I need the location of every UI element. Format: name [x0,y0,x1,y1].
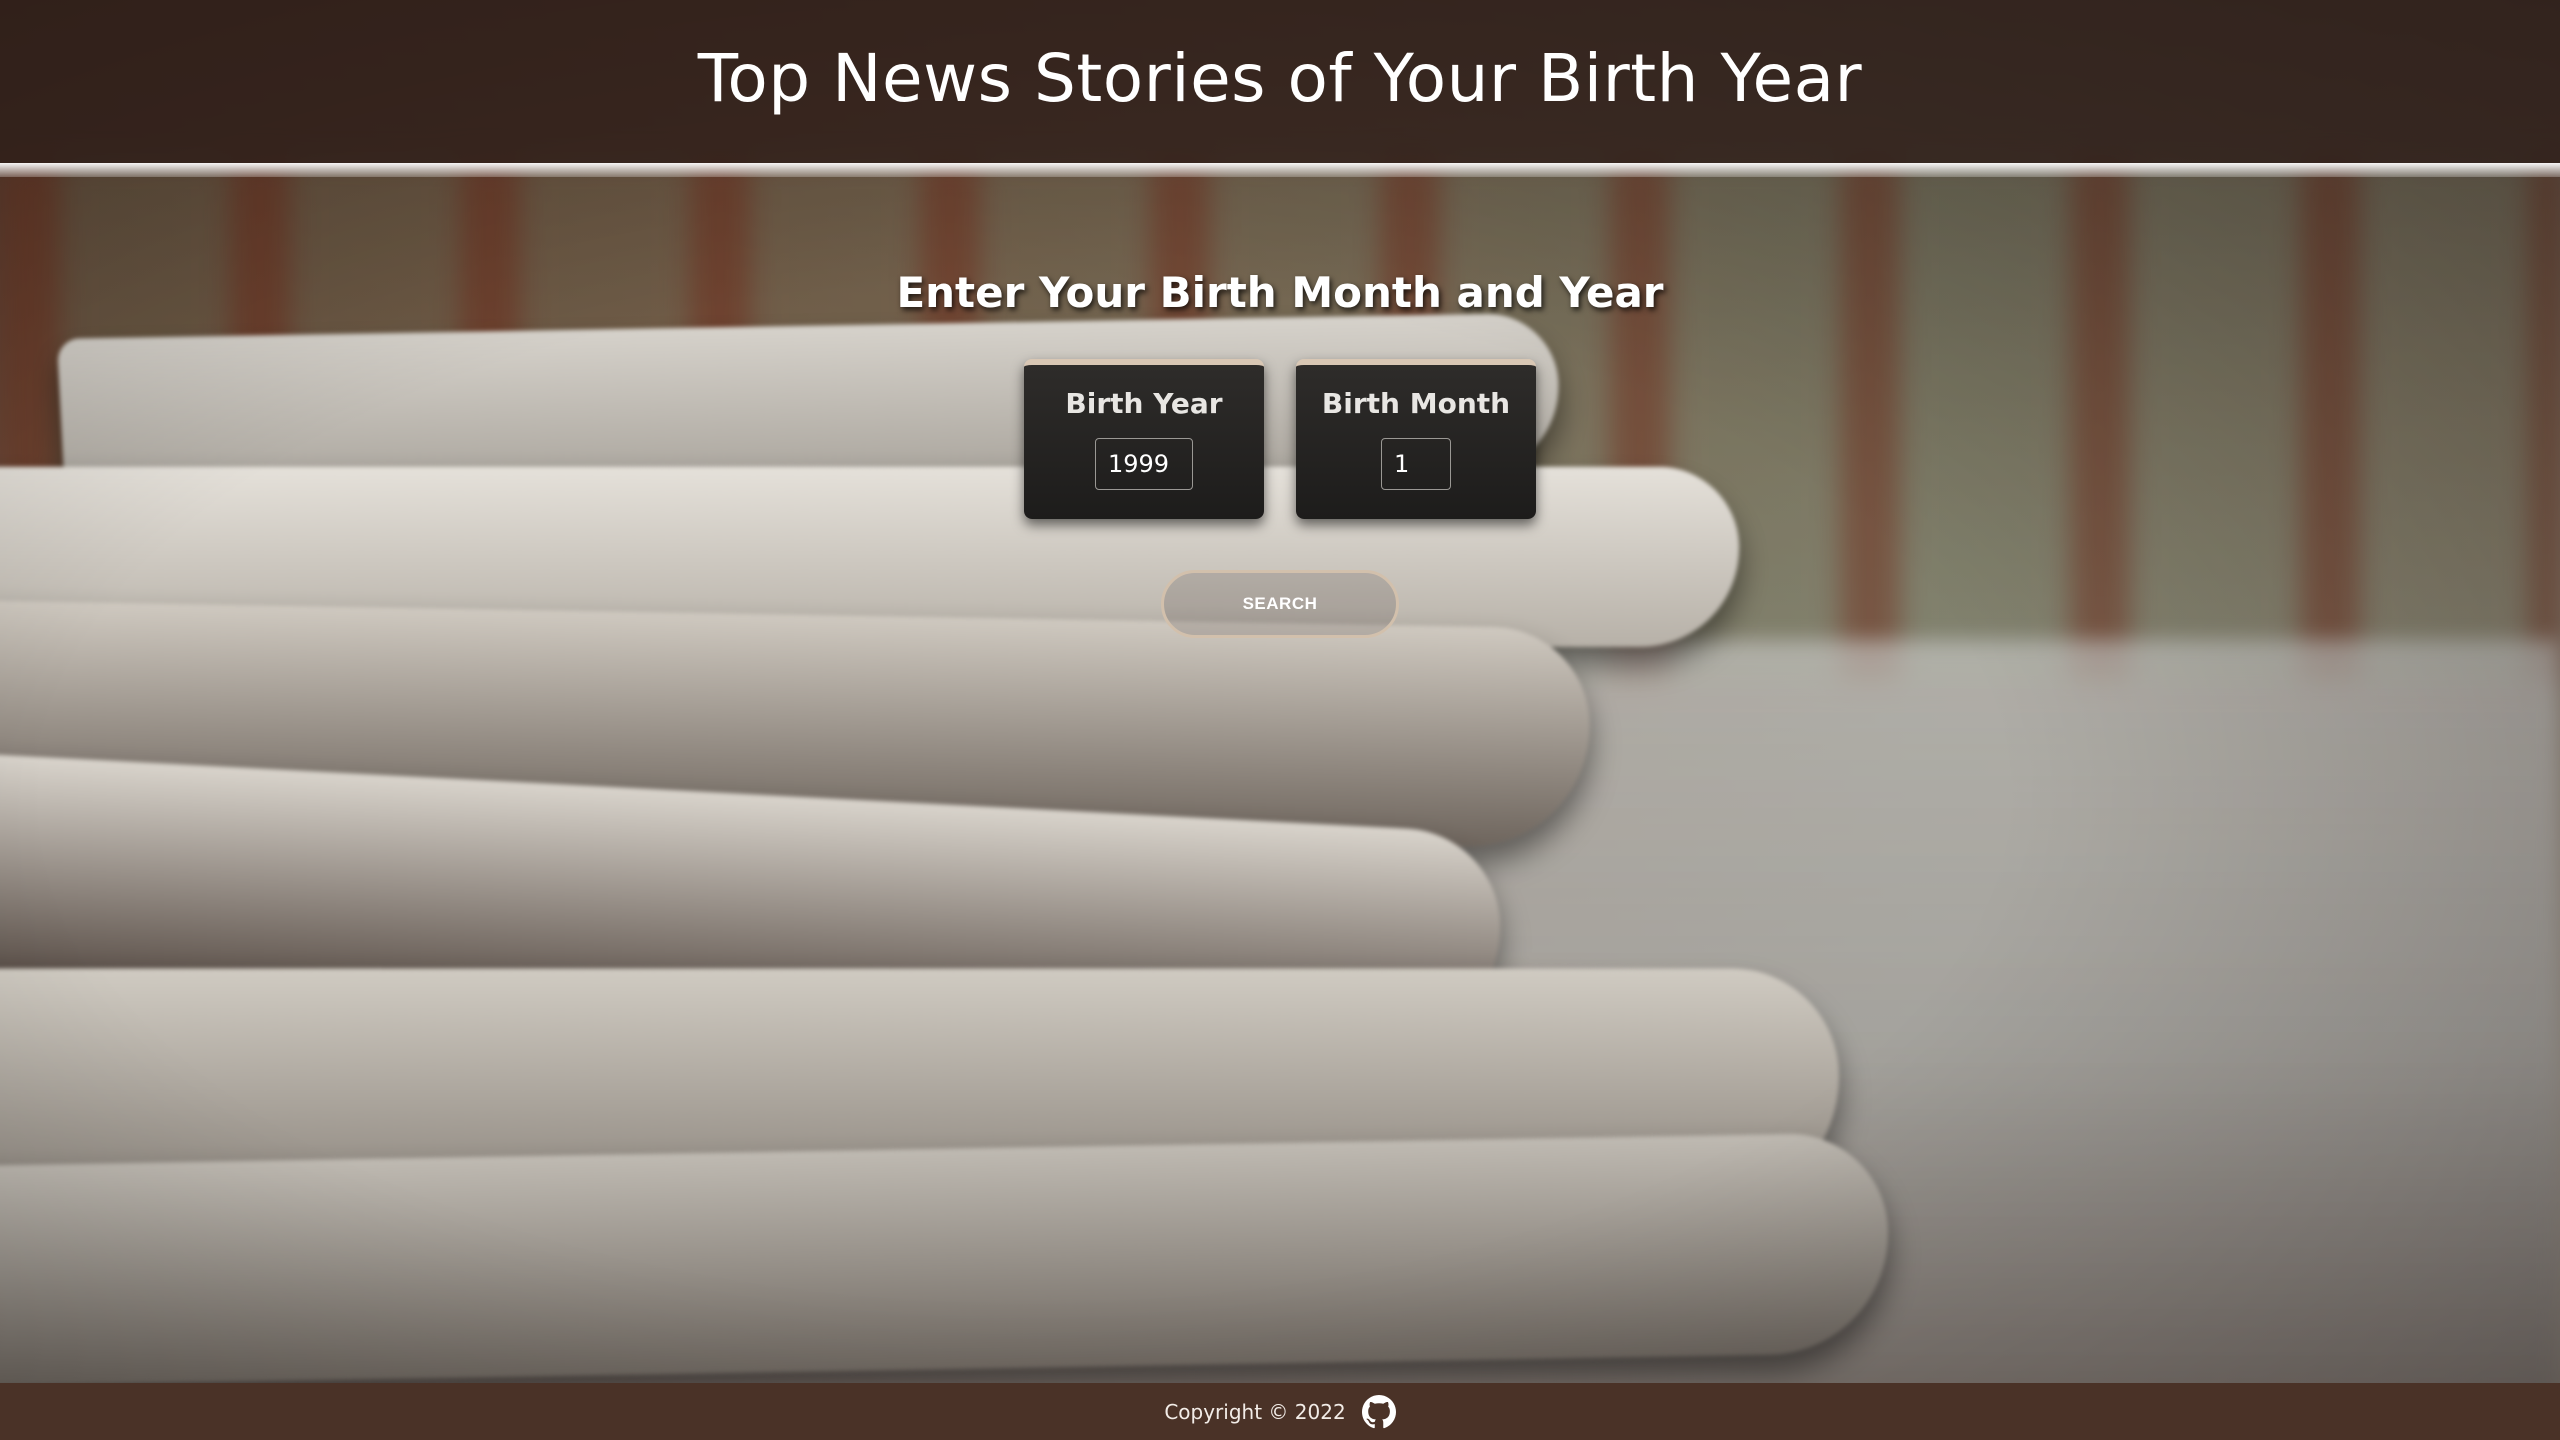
birth-year-input[interactable] [1095,438,1193,490]
github-icon[interactable] [1361,1394,1396,1429]
form-heading: Enter Your Birth Month and Year [896,268,1664,317]
birth-month-label: Birth Month [1321,387,1511,420]
birth-year-label: Birth Year [1065,387,1223,420]
site-header: Top News Stories of Your Birth Year [0,0,2560,177]
copyright-text: Copyright © 2022 [1164,1399,1346,1424]
search-button[interactable]: SEARCH [1161,570,1399,638]
input-cards: Birth Year Birth Month [0,359,2560,519]
search-form-area: Enter Your Birth Month and Year Birth Ye… [0,163,2560,1383]
site-footer: Copyright © 2022 [0,1383,2560,1440]
birth-month-card: Birth Month [1296,359,1536,519]
birth-month-input[interactable] [1381,438,1451,490]
page-title: Top News Stories of Your Birth Year [697,40,1863,117]
birth-year-card: Birth Year [1024,359,1264,519]
